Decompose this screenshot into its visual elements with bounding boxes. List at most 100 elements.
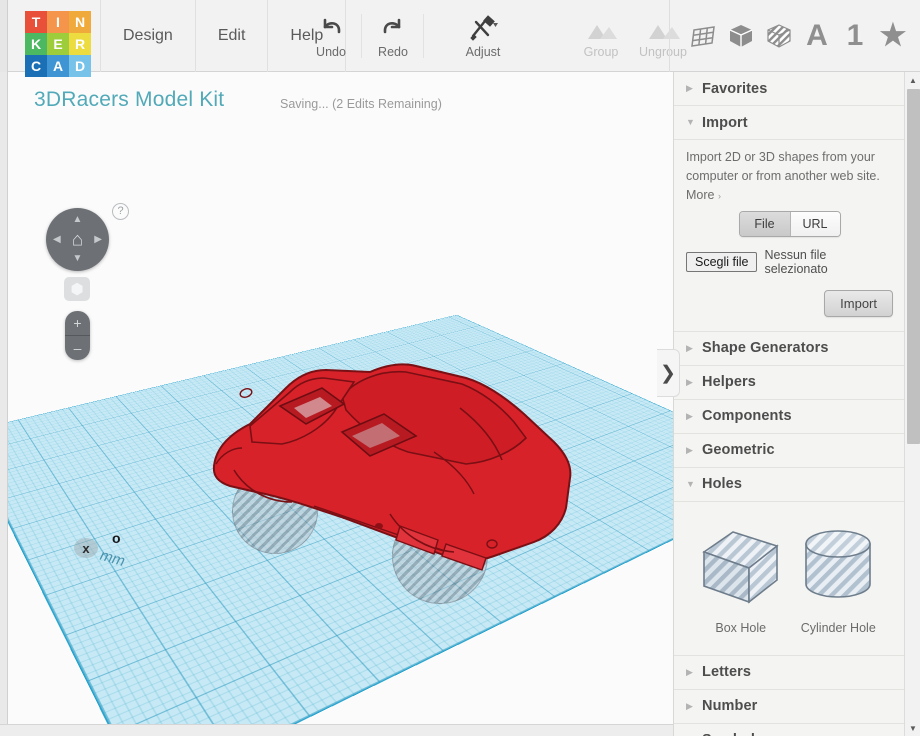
more-link[interactable]: More › (686, 188, 893, 202)
workplane-grid-icon[interactable] (684, 0, 722, 72)
shape-caption-cylinder-hole: Cylinder Hole (790, 621, 886, 635)
group-button[interactable]: Group (570, 0, 632, 72)
section-header-import[interactable]: ▼ Import (674, 106, 905, 140)
section-title-favorites: Favorites (702, 81, 767, 97)
scroll-up-arrow-icon[interactable]: ▲ (905, 72, 920, 88)
number-one-glyph: 1 (847, 21, 864, 51)
window-left-edge (0, 0, 8, 72)
section-header-components[interactable]: ▶ Components (674, 400, 905, 434)
file-chooser-row: Scegli file Nessun file selezionato (686, 248, 893, 276)
import-button[interactable]: Import (824, 290, 893, 317)
shape-cylinder-hole[interactable]: Cylinder Hole (790, 524, 886, 635)
fit-to-view-button[interactable]: ⬢ (64, 277, 90, 301)
group-shapes-icon (584, 13, 618, 41)
zoom-out-button[interactable]: – (65, 336, 90, 360)
collapsed-triangle-icon: ▶ (686, 702, 702, 711)
section-title-geometric: Geometric (702, 442, 775, 458)
section-header-holes[interactable]: ▼ Holes (674, 468, 905, 502)
logo-tile-c-6: C (25, 55, 47, 77)
axis-origin-marker: o (112, 530, 121, 546)
menu-item-design[interactable]: Design (100, 0, 196, 72)
star-glyph: ★ (880, 21, 907, 51)
section-title-components: Components (702, 408, 792, 424)
section-title-letters: Letters (702, 664, 751, 680)
page-title[interactable]: 3DRacers Model Kit (34, 88, 224, 112)
shape-library-panel: ▶ Favorites ▼ Import Import 2D or 3D sha… (673, 72, 920, 736)
section-title-number: Number (702, 698, 757, 714)
help-icon[interactable]: ? (112, 203, 129, 220)
section-header-number[interactable]: ▶ Number (674, 690, 905, 724)
section-header-geometric[interactable]: ▶ Geometric (674, 434, 905, 468)
import-source-toggle[interactable]: File URL (739, 211, 841, 237)
favorites-star-icon[interactable]: ★ (874, 0, 912, 72)
redo-label: Redo (378, 45, 408, 59)
number-icon[interactable]: 1 (836, 0, 874, 72)
fit-cube-icon: ⬢ (70, 282, 83, 297)
editor-bottom-gutter (0, 724, 673, 736)
zoom-in-button[interactable]: + (65, 311, 90, 335)
units-label: mm (97, 547, 129, 569)
cylinder-hole-icon (798, 524, 878, 608)
letter-a-glyph: A (806, 21, 828, 51)
shape-caption-box-hole: Box Hole (693, 621, 789, 635)
panel-scrollbar[interactable]: ▲ ▼ (904, 72, 920, 736)
logo-tile-d-8: D (69, 55, 91, 77)
panel-collapse-handle[interactable]: ❯ (657, 349, 680, 397)
import-description: Import 2D or 3D shapes from your compute… (686, 148, 893, 187)
choose-file-button[interactable]: Scegli file (686, 252, 757, 272)
adjust-button[interactable]: Adjust (452, 0, 514, 72)
tab-url[interactable]: URL (790, 212, 840, 236)
home-view-icon[interactable]: ⌂ (72, 230, 83, 249)
tinkercad-logo[interactable]: TINKERCAD (25, 11, 91, 77)
zoom-control[interactable]: + – (65, 311, 90, 360)
redo-arrow-icon (380, 13, 406, 41)
top-toolbar: TINKERCAD DesignEditHelp Undo (0, 0, 920, 72)
redo-button[interactable]: Redo (362, 0, 424, 72)
expanded-triangle-icon: ▼ (686, 118, 702, 127)
view-navigation-pad[interactable]: ⌂ ▲ ▼ ◀ ▶ (46, 208, 109, 271)
scroll-down-arrow-icon[interactable]: ▼ (905, 720, 920, 736)
scrollbar-thumb[interactable] (907, 89, 920, 444)
section-title-import: Import (702, 115, 748, 131)
nav-right-arrow-icon[interactable]: ▶ (94, 235, 102, 245)
tab-file[interactable]: File (740, 212, 790, 236)
design-canvas[interactable]: 3DRacers Model Kit Saving... (2 Edits Re… (8, 72, 673, 724)
logo-tile-t-0: T (25, 11, 47, 33)
section-header-symbols[interactable]: ▼ Symbols (674, 724, 905, 736)
nav-down-arrow-icon[interactable]: ▼ (73, 254, 83, 264)
section-title-symbols: Symbols (702, 732, 763, 736)
undo-label: Undo (316, 45, 346, 59)
undo-button[interactable]: Undo (300, 0, 362, 72)
text-letter-icon[interactable]: A (798, 0, 836, 72)
nav-up-arrow-icon[interactable]: ▲ (73, 215, 83, 225)
collapsed-triangle-icon: ▶ (686, 412, 702, 421)
section-header-shape-generators[interactable]: ▶ Shape Generators (674, 332, 905, 366)
group-label: Group (584, 45, 619, 59)
shape-box-hole[interactable]: Box Hole (693, 524, 789, 635)
undo-arrow-icon (318, 13, 344, 41)
section-header-favorites[interactable]: ▶ Favorites (674, 72, 905, 106)
nav-left-arrow-icon[interactable]: ◀ (53, 235, 61, 245)
axis-x-marker: x (74, 538, 98, 558)
collapsed-triangle-icon: ▶ (686, 344, 702, 353)
adjust-tools-icon (468, 13, 498, 41)
collapsed-triangle-icon: ▶ (686, 446, 702, 455)
car-model-3d[interactable] (194, 348, 584, 618)
import-source-toggle-row: File URL (686, 211, 893, 237)
hole-box-icon[interactable] (760, 0, 798, 72)
menu-item-edit[interactable]: Edit (196, 0, 269, 72)
adjust-label: Adjust (466, 45, 501, 59)
editor-left-gutter (0, 72, 8, 736)
edit-tools-group: Undo Redo (300, 0, 694, 72)
section-header-helpers[interactable]: ▶ Helpers (674, 366, 905, 400)
section-title-shape-generators: Shape Generators (702, 340, 829, 356)
import-section-body: Import 2D or 3D shapes from your compute… (674, 140, 905, 332)
import-action-row: Import (686, 290, 893, 317)
selected-file-name: Nessun file selezionato (764, 248, 893, 276)
section-header-letters[interactable]: ▶ Letters (674, 656, 905, 690)
shape-library-tools: A 1 ★ (669, 0, 912, 72)
solid-box-icon[interactable] (722, 0, 760, 72)
panel-sections: ▶ Favorites ▼ Import Import 2D or 3D sha… (674, 72, 905, 736)
logo-tile-r-5: R (69, 33, 91, 55)
holes-section-body: Box Hole (674, 502, 905, 656)
